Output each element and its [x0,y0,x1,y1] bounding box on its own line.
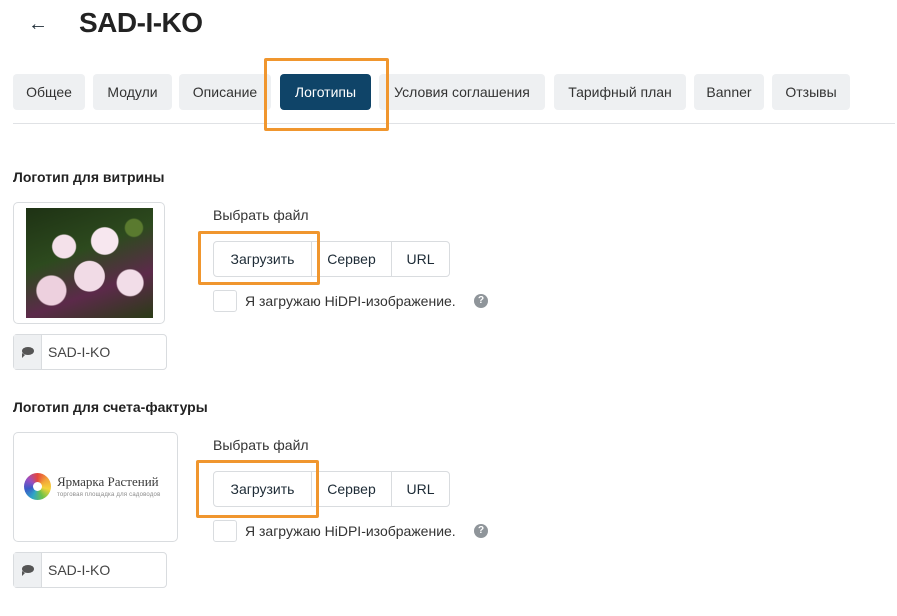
tab-banner[interactable]: Banner [694,74,764,110]
tab-logos[interactable]: Логотипы [280,74,371,110]
storefront-logo-preview [13,202,165,324]
url-button[interactable]: URL [392,242,449,276]
brand-tagline: торговая площадка для садоводов [57,492,161,498]
server-button[interactable]: Сервер [312,242,392,276]
invoice-logo-preview: Ярмарка Растений торговая площадка для с… [13,432,178,542]
hidpi-label: Я загружаю HiDPI-изображение. [245,293,456,309]
page-title: SAD-I-KO [79,7,203,38]
tab-general[interactable]: Общее [13,74,85,110]
brand-name: Ярмарка Растений [57,474,159,489]
help-icon[interactable]: ? [474,524,488,538]
invoice-logo-caption[interactable]: SAD-I-KO [13,552,167,588]
tab-modules[interactable]: Модули [93,74,172,110]
hidpi-label: Я загружаю HiDPI-изображение. [245,523,456,539]
tab-description[interactable]: Описание [179,74,271,110]
invoice-logo-title: Логотип для счета-фактуры [13,399,208,415]
brand-flower-icon [24,473,51,500]
upload-button[interactable]: Загрузить [214,242,312,276]
flowers-photo [26,208,153,318]
tab-agreement-terms[interactable]: Условия соглашения [379,74,545,110]
file-source-buttons: Загрузить Сервер URL [213,471,450,507]
back-arrow-icon[interactable]: ← [26,12,50,36]
tab-pricing-plan[interactable]: Тарифный план [554,74,686,110]
choose-file-label: Выбрать файл [213,207,309,223]
hidpi-option: Я загружаю HiDPI-изображение. ? [213,290,503,312]
tab-divider [13,123,895,124]
file-source-buttons: Загрузить Сервер URL [213,241,450,277]
choose-file-label: Выбрать файл [213,437,309,453]
help-icon[interactable]: ? [474,294,488,308]
caption-text: SAD-I-KO [48,562,111,578]
brand-logo: Ярмарка Растений торговая площадка для с… [24,473,169,503]
tab-reviews[interactable]: Отзывы [772,74,850,110]
url-button[interactable]: URL [392,472,449,506]
storefront-logo-title: Логотип для витрины [13,169,165,185]
hidpi-option: Я загружаю HiDPI-изображение. ? [213,520,503,542]
comment-icon [14,553,42,587]
hidpi-checkbox[interactable] [213,520,237,542]
caption-text: SAD-I-KO [48,344,111,360]
storefront-logo-caption[interactable]: SAD-I-KO [13,334,167,370]
hidpi-checkbox[interactable] [213,290,237,312]
comment-icon [14,335,42,369]
server-button[interactable]: Сервер [312,472,392,506]
upload-button[interactable]: Загрузить [214,472,312,506]
